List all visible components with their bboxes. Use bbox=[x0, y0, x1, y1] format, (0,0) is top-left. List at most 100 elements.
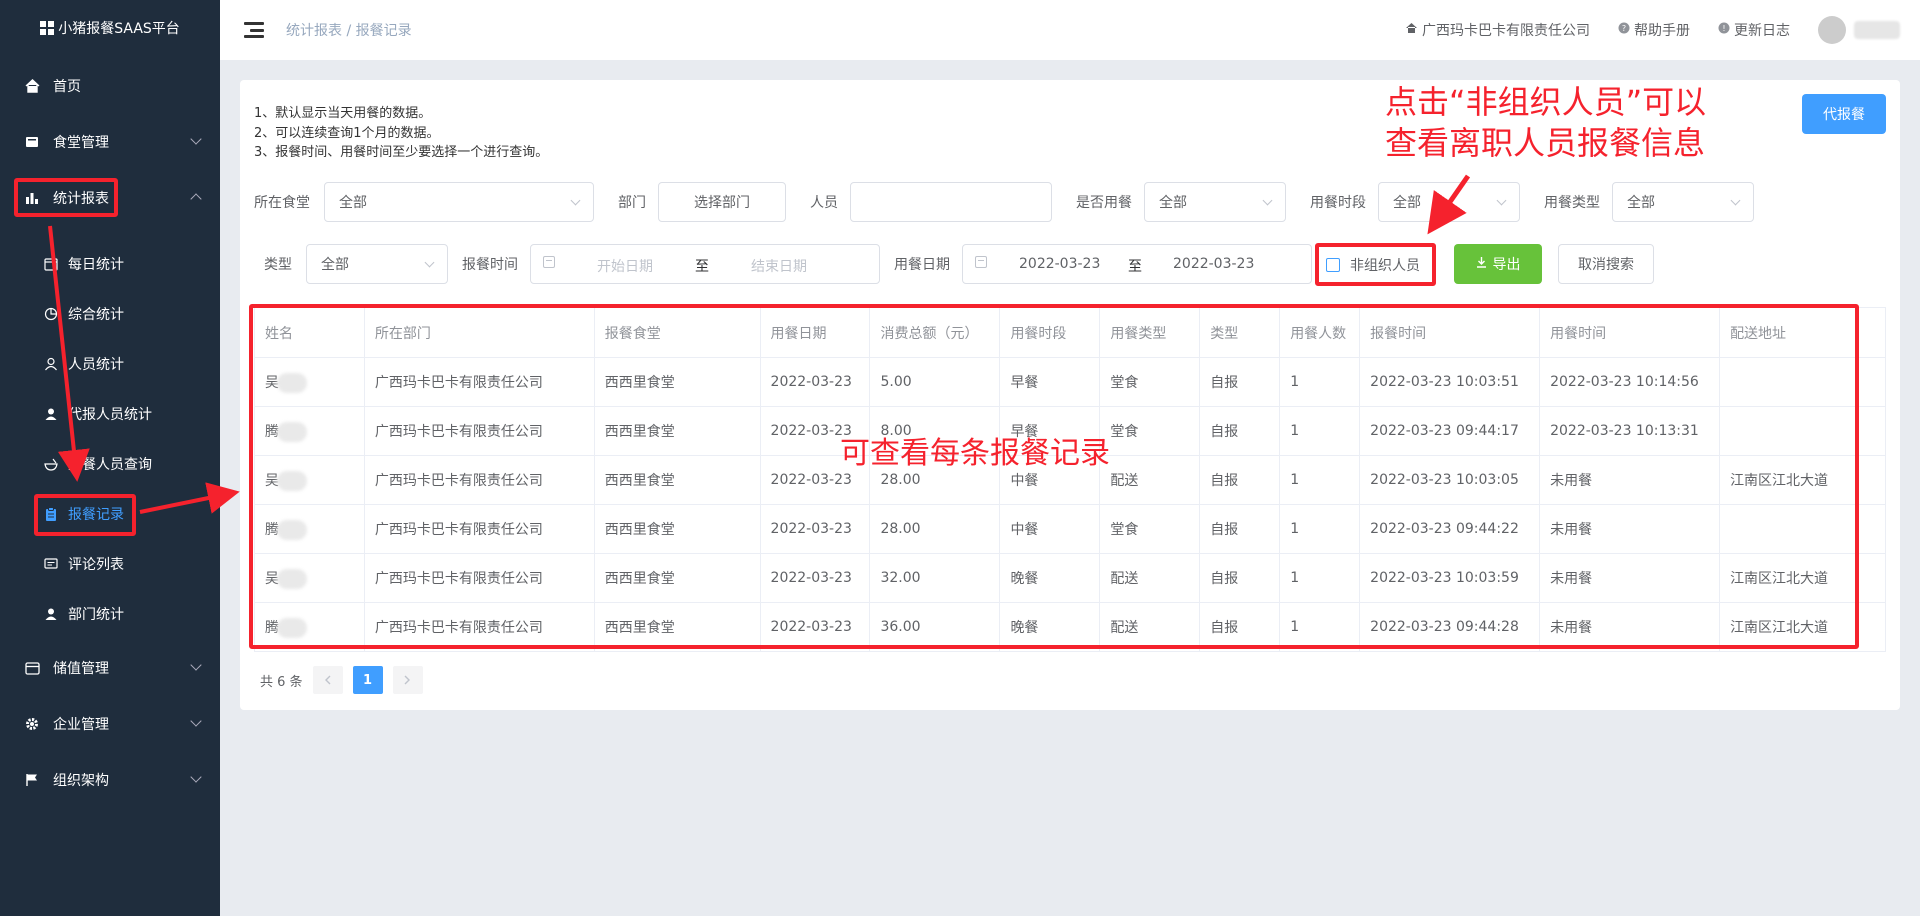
chevron-down-icon bbox=[190, 771, 202, 783]
home-icon bbox=[1405, 22, 1418, 38]
sidebar-subitem-person-query[interactable]: 报餐人员查询 bbox=[0, 444, 220, 484]
annotation-line: 查看离职人员报餐信息 bbox=[1385, 124, 1706, 162]
order-end-placeholder: 结束日期 bbox=[751, 259, 807, 275]
chevron-down-icon bbox=[190, 715, 202, 727]
sidebar-subitem-label: 报餐人员查询 bbox=[68, 457, 152, 473]
annotation-text-records: 可查看每条报餐记录 bbox=[840, 436, 1110, 471]
sidebar-subitem-proxy-stats[interactable]: 代报人员统计 bbox=[0, 394, 220, 434]
info-icon: ! bbox=[1718, 22, 1730, 38]
type-label: 类型 bbox=[264, 257, 292, 273]
sidebar-item-label: 首页 bbox=[53, 79, 81, 95]
type-select-value: 全部 bbox=[321, 257, 349, 273]
username-masked bbox=[1854, 21, 1900, 39]
company-name: 广西玛卡巴卡有限责任公司 bbox=[1422, 23, 1590, 39]
annotation-box-reports bbox=[14, 178, 118, 217]
sidebar-item-canteen[interactable]: 食堂管理 bbox=[0, 122, 220, 162]
canteen-label: 所在食堂 bbox=[254, 195, 310, 211]
help-label: 帮助手册 bbox=[1634, 23, 1690, 39]
gear-icon bbox=[24, 716, 40, 732]
sidebar-subitem-person-stats[interactable]: 人员统计 bbox=[0, 344, 220, 384]
annotation-box-records bbox=[34, 494, 136, 536]
app-title: 小猪报餐SAAS平台 bbox=[58, 21, 180, 37]
avatar bbox=[1818, 16, 1846, 44]
sidebar-item-home[interactable]: 首页 bbox=[0, 66, 220, 106]
pie-icon bbox=[44, 307, 58, 321]
note-line: 3、报餐时间、用餐时间至少要选择一个进行查询。 bbox=[254, 145, 549, 160]
cancel-search-button[interactable]: 取消搜索 bbox=[1558, 244, 1654, 284]
user-menu[interactable] bbox=[1818, 16, 1900, 44]
used-label: 是否用餐 bbox=[1076, 195, 1132, 211]
chevron-up-icon bbox=[190, 193, 202, 205]
sidebar-subitem-daily-stats[interactable]: 每日统计 bbox=[0, 244, 220, 284]
calendar-icon bbox=[543, 256, 555, 268]
annotation-box-non-org bbox=[1315, 243, 1436, 286]
wallet-icon bbox=[24, 660, 40, 676]
canteen-select-value: 全部 bbox=[339, 195, 367, 211]
sidebar-subitem-overall-stats[interactable]: 综合统计 bbox=[0, 294, 220, 334]
meal-date-range[interactable]: 2022-03-23 至 2022-03-23 bbox=[962, 244, 1312, 284]
chevron-down-icon bbox=[1262, 195, 1273, 206]
note-line: 1、默认显示当天用餐的数据。 bbox=[254, 106, 432, 121]
company-link[interactable]: 广西玛卡巴卡有限责任公司 bbox=[1405, 20, 1590, 40]
next-page-button[interactable] bbox=[392, 666, 423, 694]
chevron-down-icon bbox=[424, 257, 435, 268]
download-icon bbox=[1476, 256, 1487, 272]
person-input[interactable] bbox=[850, 182, 1052, 222]
canteen-icon bbox=[24, 134, 40, 150]
proxy-order-button[interactable]: 代报餐 bbox=[1802, 94, 1886, 134]
sidebar-subitem-comments[interactable]: 评论列表 bbox=[0, 544, 220, 584]
select-dept-button[interactable]: 选择部门 bbox=[658, 182, 786, 222]
used-select-value: 全部 bbox=[1159, 195, 1187, 211]
annotation-text-non-org: 点击“非组织人员”可以 查看离职人员报餐信息 bbox=[1385, 82, 1706, 164]
used-select[interactable]: 全部 bbox=[1144, 182, 1286, 222]
export-label: 导出 bbox=[1492, 257, 1521, 273]
sidebar-subitem-label: 代报人员统计 bbox=[68, 407, 152, 423]
page-number-current[interactable]: 1 bbox=[352, 666, 383, 694]
order-time-label: 报餐时间 bbox=[462, 257, 518, 273]
meal-type-label: 用餐类型 bbox=[1544, 195, 1600, 211]
help-link[interactable]: ? 帮助手册 bbox=[1618, 20, 1690, 40]
range-separator: 至 bbox=[1128, 259, 1142, 275]
person-label: 人员 bbox=[810, 195, 838, 211]
canteen-select[interactable]: 全部 bbox=[324, 182, 594, 222]
export-button[interactable]: 导出 bbox=[1454, 244, 1542, 284]
note-line: 2、可以连续查询1个月的数据。 bbox=[254, 125, 440, 141]
user-icon bbox=[44, 357, 58, 371]
meal-start-date: 2022-03-23 bbox=[1019, 256, 1101, 272]
meal-type-select[interactable]: 全部 bbox=[1612, 182, 1754, 222]
changelog-label: 更新日志 bbox=[1734, 23, 1790, 39]
sidebar-item-stored-value[interactable]: 储值管理 bbox=[0, 648, 220, 688]
sidebar-subitem-label: 综合统计 bbox=[68, 307, 124, 323]
svg-text:!: ! bbox=[1722, 24, 1725, 33]
hamburger-menu-icon[interactable] bbox=[244, 22, 264, 38]
sidebar-item-enterprise[interactable]: 企业管理 bbox=[0, 704, 220, 744]
period-label: 用餐时段 bbox=[1310, 195, 1366, 211]
app-logo[interactable]: 小猪报餐SAAS平台 bbox=[0, 0, 220, 56]
chevron-down-icon bbox=[1730, 195, 1741, 206]
sidebar-subitem-dept-stats[interactable]: 部门统计 bbox=[0, 594, 220, 634]
sidebar-item-org[interactable]: 组织架构 bbox=[0, 760, 220, 800]
sidebar-item-label: 组织架构 bbox=[53, 773, 109, 789]
period-select[interactable]: 全部 bbox=[1378, 182, 1520, 222]
calendar-icon bbox=[44, 257, 58, 271]
sidebar-item-label: 食堂管理 bbox=[53, 135, 109, 151]
chevron-down-icon bbox=[570, 195, 581, 206]
order-time-range[interactable]: 开始日期 至 结束日期 bbox=[530, 244, 880, 284]
changelog-link[interactable]: ! 更新日志 bbox=[1718, 20, 1790, 40]
sidebar-subitem-label: 人员统计 bbox=[68, 357, 124, 373]
sidebar-subitem-label: 每日统计 bbox=[68, 257, 124, 273]
order-start-placeholder: 开始日期 bbox=[597, 259, 653, 275]
sidebar-item-label: 企业管理 bbox=[53, 717, 109, 733]
chevron-down-icon bbox=[190, 133, 202, 145]
annotation-line: 点击“非组织人员”可以 bbox=[1385, 83, 1707, 121]
flag-icon bbox=[24, 772, 40, 788]
prev-page-button[interactable] bbox=[312, 666, 343, 694]
calendar-icon bbox=[975, 256, 987, 268]
comment-icon bbox=[44, 557, 58, 571]
user-filled-icon bbox=[44, 407, 58, 421]
sidebar-item-label: 储值管理 bbox=[53, 661, 109, 677]
type-select[interactable]: 全部 bbox=[306, 244, 448, 284]
period-select-value: 全部 bbox=[1393, 195, 1421, 211]
sidebar-subitem-label: 评论列表 bbox=[68, 557, 124, 573]
sidebar: 小猪报餐SAAS平台 首页 食堂管理 统计报表 每日统计 综合统计 人员统计 代… bbox=[0, 0, 220, 916]
